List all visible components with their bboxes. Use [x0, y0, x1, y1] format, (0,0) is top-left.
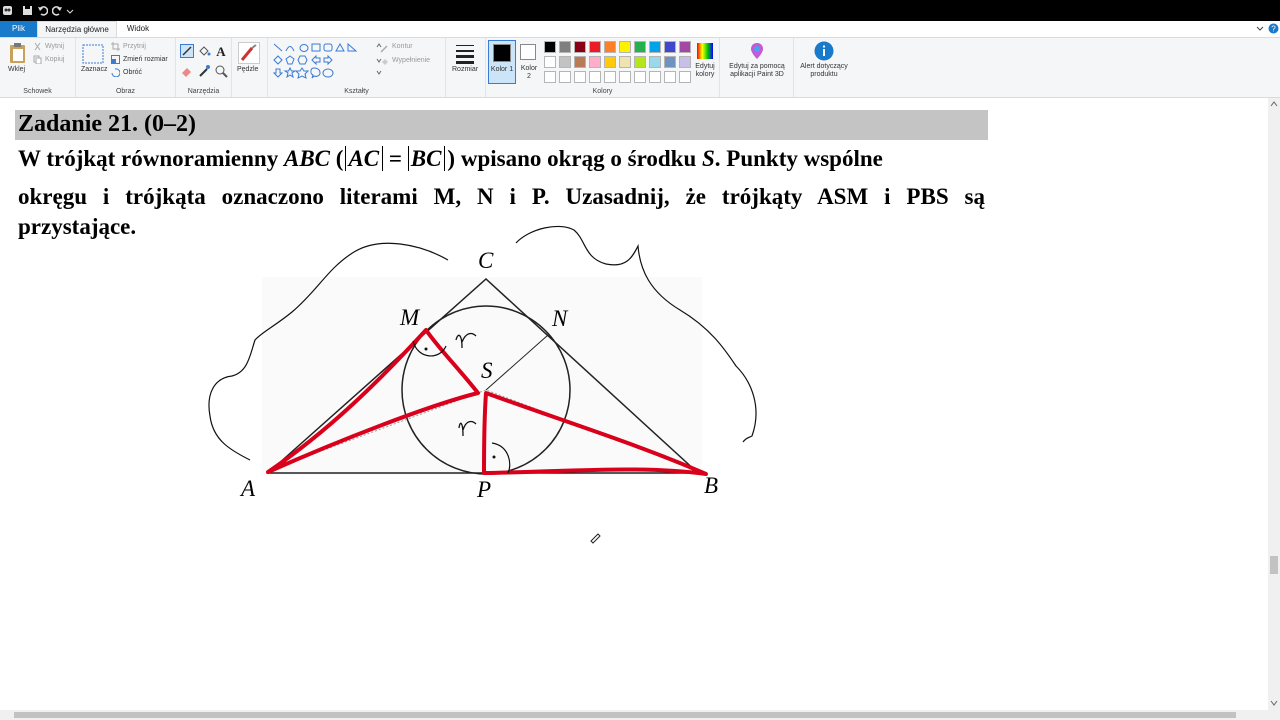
pencil-cursor-icon — [590, 533, 601, 544]
angle-dot-p — [492, 455, 496, 459]
vertical-scrollbar[interactable] — [1268, 98, 1280, 710]
scroll-corner — [1268, 710, 1280, 720]
geometry-figure — [208, 225, 757, 544]
vertical-scroll-thumb[interactable] — [1270, 556, 1278, 574]
scroll-up-icon[interactable] — [1270, 101, 1278, 107]
point-label-c: C — [478, 248, 494, 273]
point-label-p: P — [477, 477, 492, 502]
scroll-down-icon[interactable] — [1270, 700, 1278, 706]
horizontal-scrollbar[interactable] — [0, 710, 1268, 720]
horizontal-scroll-thumb[interactable] — [14, 712, 1236, 718]
point-label-m: M — [400, 305, 420, 330]
point-label-a: A — [241, 476, 256, 501]
point-label-b: B — [704, 473, 719, 498]
point-label-s: S — [481, 358, 493, 383]
point-label-n: N — [552, 306, 568, 331]
angle-dot-m — [424, 347, 428, 351]
